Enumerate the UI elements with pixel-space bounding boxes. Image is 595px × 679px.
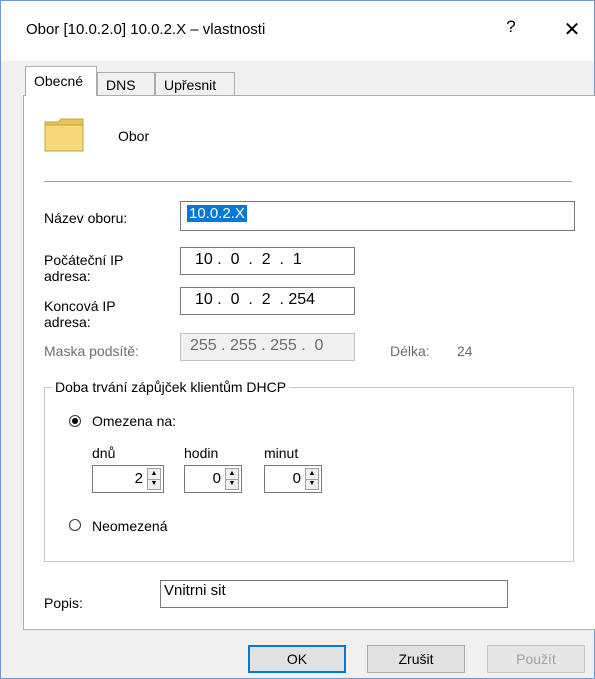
title-bar: Obor [10.0.2.0] 10.0.2.X – vlastnosti ? … [1,1,594,61]
minutes-spin-buttons[interactable]: ▲ ▼ [305,468,319,490]
tab-dns[interactable]: DNS [97,72,155,96]
days-label: dnů [92,445,116,461]
spin-down-icon[interactable]: ▼ [148,479,160,489]
description-input[interactable]: Vnitrni sit [160,580,508,608]
spin-down-icon[interactable]: ▼ [306,479,318,489]
minutes-value: 0 [292,470,301,487]
tab-advanced[interactable]: Upřesnit [155,72,235,96]
length-label: Délka: [390,343,430,359]
separator [44,181,572,182]
hours-value: 0 [212,470,221,487]
days-spinner[interactable]: 2 ▲ ▼ [92,465,164,493]
days-value: 2 [134,470,143,487]
hours-spin-buttons[interactable]: ▲ ▼ [225,468,239,490]
length-value: 24 [457,343,473,359]
scope-header-label: Obor [118,128,150,144]
ok-button[interactable]: OK [248,645,346,673]
tab-general[interactable]: Obecné [25,66,97,96]
scope-name-label: Název oboru: [44,210,128,226]
folder-icon [44,118,84,152]
limited-label: Omezena na: [92,413,177,429]
limited-radio[interactable] [69,415,81,427]
end-ip-input[interactable]: 10 . 0 . 2 . 254 [180,287,355,315]
subnet-mask-input: 255 . 255 . 255 . 0 [180,333,355,361]
description-label: Popis: [44,595,83,611]
subnet-mask-label: Maska podsítě: [44,343,139,359]
close-button[interactable]: ✕ [557,17,587,42]
cancel-button[interactable]: Zrušit [367,645,465,673]
unlimited-label: Neomezená [92,518,168,534]
apply-button[interactable]: Použít [487,645,585,673]
hours-label: hodin [184,445,219,461]
start-ip-label: Počáteční IP adresa: [44,252,124,284]
scope-name-input[interactable]: 10.0.2.X [180,201,575,231]
end-ip-label: Koncová IP adresa: [44,298,116,330]
hours-spinner[interactable]: 0 ▲ ▼ [184,465,242,493]
scope-name-value: 10.0.2.X [187,205,247,222]
spin-down-icon[interactable]: ▼ [226,479,238,489]
window-title: Obor [10.0.2.0] 10.0.2.X – vlastnosti [26,21,266,38]
minutes-spinner[interactable]: 0 ▲ ▼ [264,465,322,493]
days-spin-buttons[interactable]: ▲ ▼ [147,468,161,490]
lease-duration-title: Doba trvání zápůjček klientům DHCP [52,379,290,395]
start-ip-input[interactable]: 10 . 0 . 2 . 1 [180,247,355,275]
minutes-label: minut [264,445,299,461]
unlimited-radio[interactable] [69,519,81,531]
help-button[interactable]: ? [496,17,526,37]
